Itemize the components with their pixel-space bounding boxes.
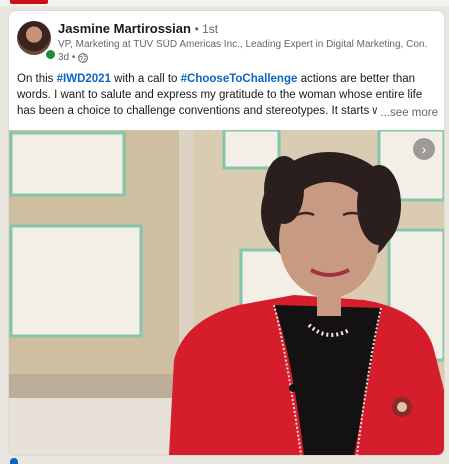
post-text-part: with a call to (110, 73, 181, 85)
online-status-icon (44, 48, 57, 61)
post-text: On this #IWD2021 with a call to #ChooseT… (17, 71, 437, 119)
post-time: 3d • (58, 52, 89, 63)
post-photo (9, 130, 444, 455)
see-more-button[interactable]: ...see more (377, 107, 438, 119)
post-time-label: 3d • (58, 52, 76, 63)
hashtag-link[interactable]: #ChooseToChallenge (181, 73, 298, 85)
next-post-indicator (10, 458, 18, 464)
chevron-right-icon: › (421, 141, 427, 157)
author-name-row: Jasmine Martirossian • 1st (58, 21, 218, 36)
feed-top-strip (0, 0, 449, 6)
feed-post-card: Jasmine Martirossian • 1st VP, Marketing… (8, 10, 445, 456)
post-image[interactable]: › (9, 130, 444, 455)
globe-icon (78, 52, 89, 63)
notification-bar-fragment (10, 0, 48, 4)
post-text-part: On this (17, 73, 57, 85)
author-headline: VP, Marketing at TÜV SÜD Americas Inc., … (58, 39, 428, 50)
carousel-next-button[interactable]: › (413, 138, 435, 160)
hashtag-link[interactable]: #IWD2021 (57, 73, 111, 85)
author-name[interactable]: Jasmine Martirossian (58, 21, 191, 36)
connection-degree: • 1st (194, 22, 219, 36)
